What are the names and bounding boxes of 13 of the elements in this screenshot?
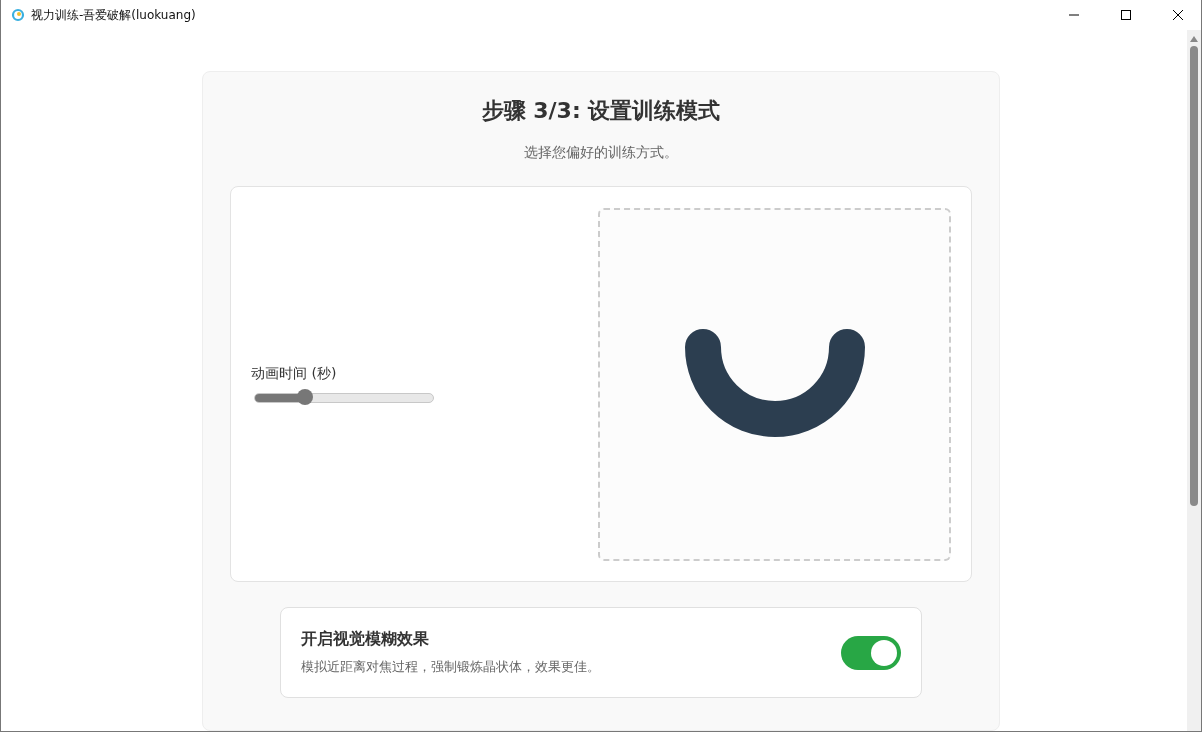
slider-label: 动画时间 (秒) <box>251 365 338 383</box>
maximize-icon <box>1121 10 1131 20</box>
option-title: 开启视觉模糊效果 <box>301 629 430 650</box>
step-subtitle: 选择您偏好的训练方式。 <box>524 144 678 162</box>
option-description: 模拟近距离对焦过程，强制锻炼晶状体，效果更佳。 <box>301 658 601 676</box>
blur-toggle[interactable] <box>841 635 901 670</box>
close-icon <box>1173 10 1183 20</box>
scrollbar[interactable] <box>1187 30 1201 731</box>
slider-thumb[interactable] <box>296 389 313 405</box>
app-icon <box>11 8 25 22</box>
scroll-up-arrow-icon[interactable] <box>1190 36 1198 42</box>
step-title: 步骤 3/3: 设置训练模式 <box>481 97 721 125</box>
window-title: 视力训练-吾爱破解(luokuang) <box>31 6 197 24</box>
